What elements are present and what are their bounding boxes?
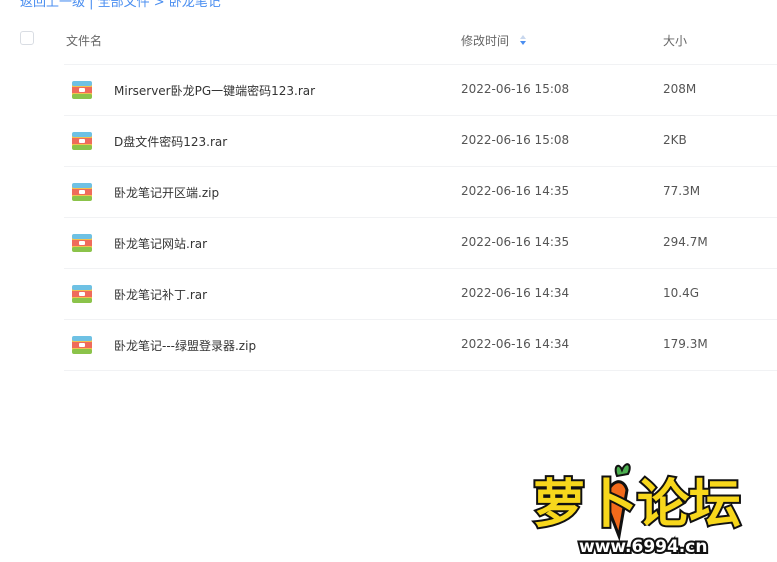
file-size: 208M [663, 82, 697, 96]
file-table-body: Mirserver卧龙PG一键端密码123.rar 2022-06-16 15:0… [0, 64, 777, 371]
table-row[interactable]: D盘文件密码123.rar 2022-06-16 15:08 2KB [64, 115, 777, 166]
archive-icon [71, 334, 93, 356]
file-size: 294.7M [663, 235, 708, 249]
file-modified-time: 2022-06-16 15:08 [461, 133, 570, 147]
file-modified-time: 2022-06-16 14:35 [461, 235, 570, 249]
file-name[interactable]: D盘文件密码123.rar [114, 133, 227, 150]
file-list-page: 返回上一级 | 全部文件 > 卧龙笔记 文件名 修改时间 大小 Mirserve… [0, 0, 777, 562]
watermark-title: 萝卜论坛 [533, 475, 741, 535]
file-size: 77.3M [663, 184, 701, 198]
breadcrumb[interactable]: 返回上一级 | 全部文件 > 卧龙笔记 [20, 0, 221, 10]
table-row[interactable]: 卧龙笔记---绿盟登录器.zip 2022-06-16 14:34 179.3M [64, 319, 777, 371]
watermark-url: www.6994.cn [579, 537, 707, 557]
file-modified-time: 2022-06-16 14:34 [461, 337, 570, 351]
file-modified-time: 2022-06-16 14:35 [461, 184, 570, 198]
archive-icon [71, 283, 93, 305]
archive-icon [71, 130, 93, 152]
file-name[interactable]: 卧龙笔记开区端.zip [114, 184, 219, 201]
file-modified-time: 2022-06-16 15:08 [461, 82, 570, 96]
file-name[interactable]: Mirserver卧龙PG一键端密码123.rar [114, 82, 315, 99]
select-all-checkbox[interactable] [20, 31, 34, 45]
file-name[interactable]: 卧龙笔记---绿盟登录器.zip [114, 337, 256, 354]
table-row[interactable]: 卧龙笔记补丁.rar 2022-06-16 14:34 10.4G [64, 268, 777, 319]
table-row[interactable]: Mirserver卧龙PG一键端密码123.rar 2022-06-16 15:0… [64, 64, 777, 115]
column-header-name[interactable]: 文件名 [66, 32, 102, 49]
table-row[interactable]: 卧龙笔记网站.rar 2022-06-16 14:35 294.7M [64, 217, 777, 268]
file-size: 2KB [663, 133, 687, 147]
file-size: 179.3M [663, 337, 708, 351]
watermark-logo: 萝卜论坛 www.6994.cn [531, 463, 743, 558]
file-size: 10.4G [663, 286, 700, 300]
column-header-modified[interactable]: 修改时间 [461, 32, 527, 49]
file-name[interactable]: 卧龙笔记补丁.rar [114, 286, 207, 303]
archive-icon [71, 79, 93, 101]
column-header-size[interactable]: 大小 [663, 32, 687, 49]
column-header-modified-label: 修改时间 [461, 34, 510, 48]
file-name[interactable]: 卧龙笔记网站.rar [114, 235, 207, 252]
file-modified-time: 2022-06-16 14:34 [461, 286, 570, 300]
table-row[interactable]: 卧龙笔记开区端.zip 2022-06-16 14:35 77.3M [64, 166, 777, 217]
sort-icon[interactable] [519, 35, 527, 47]
table-header: 文件名 修改时间 大小 [0, 20, 777, 60]
archive-icon [71, 181, 93, 203]
archive-icon [71, 232, 93, 254]
